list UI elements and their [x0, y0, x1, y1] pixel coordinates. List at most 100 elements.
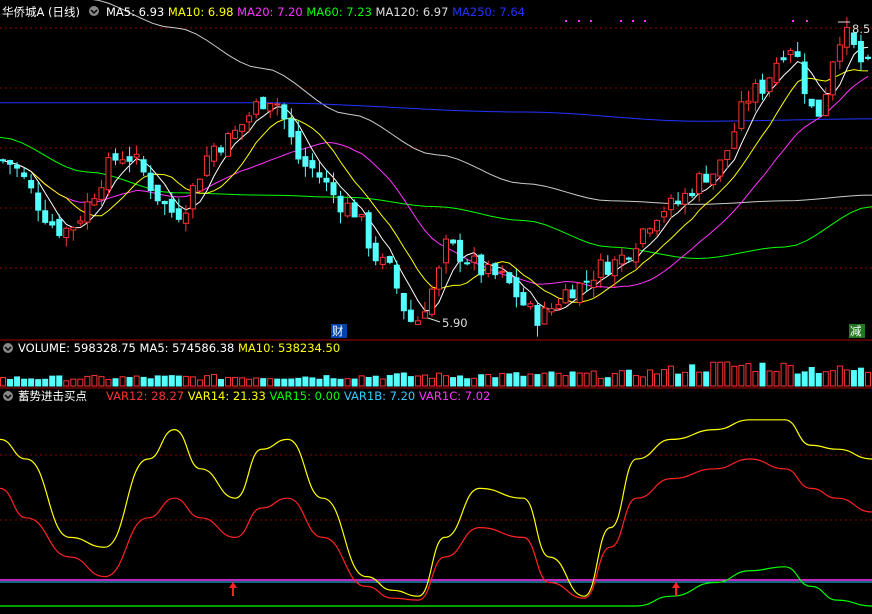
volume-bar[interactable] — [203, 375, 210, 387]
candle[interactable] — [358, 214, 365, 222]
volume-bar[interactable] — [443, 375, 450, 387]
volume-bar[interactable] — [196, 379, 203, 387]
volume-bar[interactable] — [14, 376, 21, 387]
candle[interactable] — [639, 227, 646, 248]
volume-bar[interactable] — [63, 380, 70, 387]
volume-bar[interactable] — [288, 378, 295, 387]
volume-bar[interactable] — [119, 376, 126, 387]
candle[interactable] — [126, 146, 133, 173]
candle[interactable] — [696, 171, 703, 202]
volume-bar[interactable] — [808, 366, 815, 387]
volume-bar[interactable] — [337, 378, 344, 387]
volume-bar[interactable] — [70, 378, 77, 387]
candle[interactable] — [548, 303, 555, 316]
volume-bar[interactable] — [358, 375, 365, 387]
volume-bar[interactable] — [604, 377, 611, 387]
candle[interactable] — [337, 190, 344, 224]
candle[interactable] — [154, 184, 161, 205]
volume-bar[interactable] — [822, 371, 829, 387]
volume-bar[interactable] — [91, 375, 98, 387]
volume-bar[interactable] — [302, 376, 309, 387]
volume-bar[interactable] — [330, 378, 337, 387]
volume-bar[interactable] — [154, 375, 161, 387]
volume-bar[interactable] — [703, 371, 710, 387]
marker-jian[interactable]: 减 — [850, 324, 862, 338]
candle[interactable] — [513, 269, 520, 308]
chevron-down-icon[interactable] — [89, 6, 99, 16]
candle[interactable] — [260, 96, 267, 110]
candle[interactable] — [21, 167, 28, 180]
candle[interactable] — [407, 299, 414, 323]
candle[interactable] — [351, 199, 358, 218]
volume-bar[interactable] — [597, 377, 604, 387]
volume-bar[interactable] — [253, 377, 260, 387]
candle[interactable] — [576, 282, 583, 307]
candle[interactable] — [780, 50, 787, 63]
candle[interactable] — [175, 198, 182, 223]
volume-bar[interactable] — [815, 372, 822, 387]
candle[interactable] — [794, 42, 801, 58]
volume-bar[interactable] — [35, 379, 42, 387]
candle[interactable] — [864, 54, 871, 61]
volume-bar[interactable] — [759, 362, 766, 387]
volume-bar[interactable] — [457, 375, 464, 387]
chevron-down-icon[interactable] — [3, 391, 13, 401]
candle[interactable] — [428, 285, 435, 318]
candle[interactable] — [625, 256, 632, 263]
volume-bar[interactable] — [661, 369, 668, 387]
volume-bar[interactable] — [520, 375, 527, 387]
volume-bar[interactable] — [773, 371, 780, 387]
candle[interactable] — [316, 161, 323, 184]
candle[interactable] — [189, 183, 196, 219]
volume-bar[interactable] — [414, 375, 421, 387]
volume-bar[interactable] — [189, 376, 196, 387]
volume-bar[interactable] — [464, 378, 471, 387]
candle[interactable] — [836, 36, 843, 70]
volume-bar[interactable] — [499, 372, 506, 387]
candle[interactable] — [281, 103, 288, 130]
volume-bar[interactable] — [829, 370, 836, 387]
volume-bar[interactable] — [323, 375, 330, 387]
volume-bar[interactable] — [590, 370, 597, 387]
volume-bar[interactable] — [787, 365, 794, 387]
candle[interactable] — [133, 145, 140, 165]
candle[interactable] — [682, 188, 689, 215]
candle[interactable] — [569, 284, 576, 299]
candle[interactable] — [436, 265, 442, 297]
candle[interactable] — [196, 178, 203, 192]
candle[interactable] — [49, 214, 56, 229]
volume-bar[interactable] — [724, 361, 731, 387]
candle[interactable] — [710, 173, 717, 190]
volume-bar[interactable] — [98, 376, 105, 387]
volume-bar[interactable] — [400, 372, 407, 387]
volume-bar[interactable] — [84, 375, 91, 387]
candle[interactable] — [703, 165, 710, 183]
volume-bar[interactable] — [379, 378, 386, 387]
candle[interactable] — [302, 147, 309, 177]
candle[interactable] — [527, 300, 534, 310]
candle[interactable] — [400, 292, 407, 320]
candle[interactable] — [752, 79, 759, 112]
volume-bar[interactable] — [239, 377, 246, 387]
volume-bar[interactable] — [372, 375, 379, 387]
volume-bar[interactable] — [506, 373, 513, 387]
volume-bar[interactable] — [218, 379, 224, 387]
candle[interactable] — [414, 316, 421, 326]
candle[interactable] — [267, 103, 274, 118]
volume-bar[interactable] — [794, 373, 801, 387]
candle[interactable] — [203, 146, 210, 178]
volume-bar[interactable] — [7, 378, 14, 387]
candle[interactable] — [478, 253, 485, 283]
candle[interactable] — [520, 287, 527, 306]
candle[interactable] — [225, 131, 232, 157]
volume-bar[interactable] — [105, 379, 112, 387]
candle[interactable] — [829, 60, 836, 101]
volume-bar[interactable] — [436, 372, 442, 387]
volume-bar[interactable] — [309, 377, 316, 387]
candle[interactable] — [646, 227, 653, 237]
candle[interactable] — [77, 215, 84, 226]
candle[interactable] — [218, 145, 224, 156]
volume-bar[interactable] — [344, 378, 351, 387]
candle[interactable] — [147, 165, 154, 200]
volume-bar[interactable] — [56, 375, 63, 387]
